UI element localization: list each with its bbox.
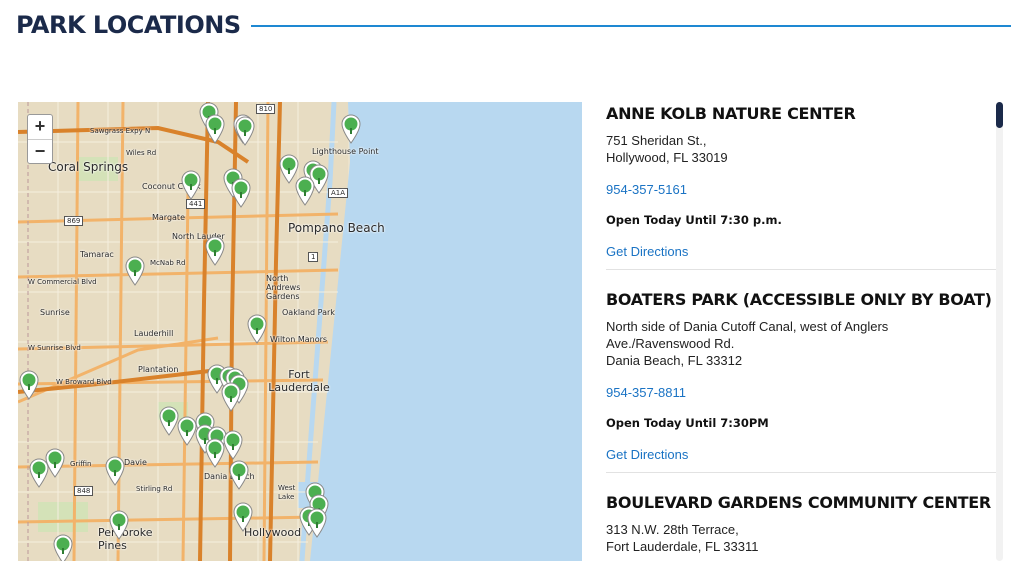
park-address: 751 Sheridan St., Hollywood, FL 33019 [606,132,996,166]
map-pin-icon[interactable] [108,510,130,540]
park-name[interactable]: ANNE KOLB NATURE CENTER [606,104,996,123]
park-list-item: BOULEVARD GARDENS COMMUNITY CENTER 313 N… [606,473,996,561]
map-pin-icon[interactable] [234,116,256,146]
park-phone-link[interactable]: 954-357-8811 [606,385,996,400]
map-pin-icon[interactable] [204,438,226,468]
address-line: Ave./Ravenswood Rd. [606,336,735,351]
park-list-item: BOATERS PARK (ACCESSIBLE ONLY BY BOAT) N… [606,270,996,473]
map-label-griffin: Griffin [70,460,92,468]
route-a1a-shield: A1A [328,188,349,198]
map-label-davie: Davie [124,458,147,467]
map-label-pompano-beach: Pompano Beach [288,221,385,235]
address-line: North side of Dania Cutoff Canal, west o… [606,319,889,334]
map-pin-icon[interactable] [52,534,74,561]
park-hours: Open Today Until 7:30PM [606,416,769,430]
route-441-shield: 441 [186,199,206,209]
address-line: 313 N.W. 28th Terrace, [606,522,739,537]
zoom-in-button[interactable]: + [28,115,52,139]
map-pin-icon[interactable] [180,170,202,200]
map-pin-icon[interactable] [44,448,66,478]
address-line: 751 Sheridan St., [606,133,707,148]
address-line: Fort Lauderdale, FL 33311 [606,539,759,554]
park-hours: Open Today Until 7:30 p.m. [606,213,782,227]
page-title: PARK LOCATIONS [16,11,241,39]
park-address: 313 N.W. 28th Terrace, Fort Lauderdale, … [606,521,996,555]
map-label-plantation: Plantation [138,365,179,374]
park-list-item: ANNE KOLB NATURE CENTER 751 Sheridan St.… [606,104,996,270]
map-label-west-lake: West Lake [278,484,296,501]
zoom-control: + − [27,114,53,164]
map-label-sawgrass: Sawgrass Expy N [90,127,151,135]
map-pin-icon[interactable] [204,236,226,266]
map-label-mcnab: McNab Rd [150,259,186,267]
map-pin-icon[interactable] [340,114,362,144]
map-label-wiles: Wiles Rd [126,149,157,157]
park-name[interactable]: BOULEVARD GARDENS COMMUNITY CENTER [606,493,996,512]
map-label-oakland-park: Oakland Park [282,308,335,317]
map-label-broward: W Broward Blvd [56,378,112,386]
map-label-tamarac: Tamarac [80,250,114,259]
park-name[interactable]: BOATERS PARK (ACCESSIBLE ONLY BY BOAT) [606,290,996,309]
map-pin-icon[interactable] [124,256,146,286]
park-map[interactable]: + − Coral Springs Sawgrass Expy N Wiles … [18,102,582,561]
map-label-margate: Margate [152,213,185,222]
map-pin-icon[interactable] [220,382,242,412]
map-label-sunrise: Sunrise [40,308,70,317]
zoom-out-button[interactable]: − [28,139,52,163]
map-pin-icon[interactable] [18,370,40,400]
map-pin-icon[interactable] [246,314,268,344]
get-directions-link[interactable]: Get Directions [606,244,996,259]
map-label-w-sunrise: W Sunrise Blvd [28,344,81,352]
map-label-lauderhill: Lauderhill [134,329,174,338]
address-line: Dania Beach, FL 33312 [606,353,743,368]
map-pin-icon[interactable] [228,460,250,490]
route-848-shield: 848 [74,486,94,496]
route-869-shield: 869 [64,216,84,226]
route-810-shield: 810 [256,104,276,114]
park-phone-link[interactable]: 954-357-5161 [606,182,996,197]
header-divider [250,25,1011,27]
map-pin-icon[interactable] [294,176,316,206]
map-label-coral-springs: Coral Springs [48,160,129,174]
park-address: North side of Dania Cutoff Canal, west o… [606,318,996,369]
map-pin-icon[interactable] [306,508,328,538]
map-label-commercial: W Commercial Blvd [28,278,97,286]
map-pin-icon[interactable] [230,178,252,208]
address-line: Hollywood, FL 33019 [606,150,728,165]
park-list: ANNE KOLB NATURE CENTER 751 Sheridan St.… [606,100,996,561]
map-pin-icon[interactable] [232,502,254,532]
map-label-fort-lauderdale: Fort Lauderdale [268,368,330,394]
route-1-shield: 1 [308,252,319,262]
map-label-wilton-manors: Wilton Manors [270,335,328,344]
scrollbar-thumb[interactable] [996,102,1003,128]
map-pin-icon[interactable] [204,114,226,144]
list-scrollbar[interactable] [996,102,1003,561]
map-label-lighthouse-point: Lighthouse Point [312,147,379,156]
map-label-north-andrews: North Andrews Gardens [266,274,301,301]
section-header: PARK LOCATIONS [16,8,1011,42]
get-directions-link[interactable]: Get Directions [606,447,996,462]
map-label-stirling: Stirling Rd [136,485,173,493]
map-pin-icon[interactable] [104,456,126,486]
